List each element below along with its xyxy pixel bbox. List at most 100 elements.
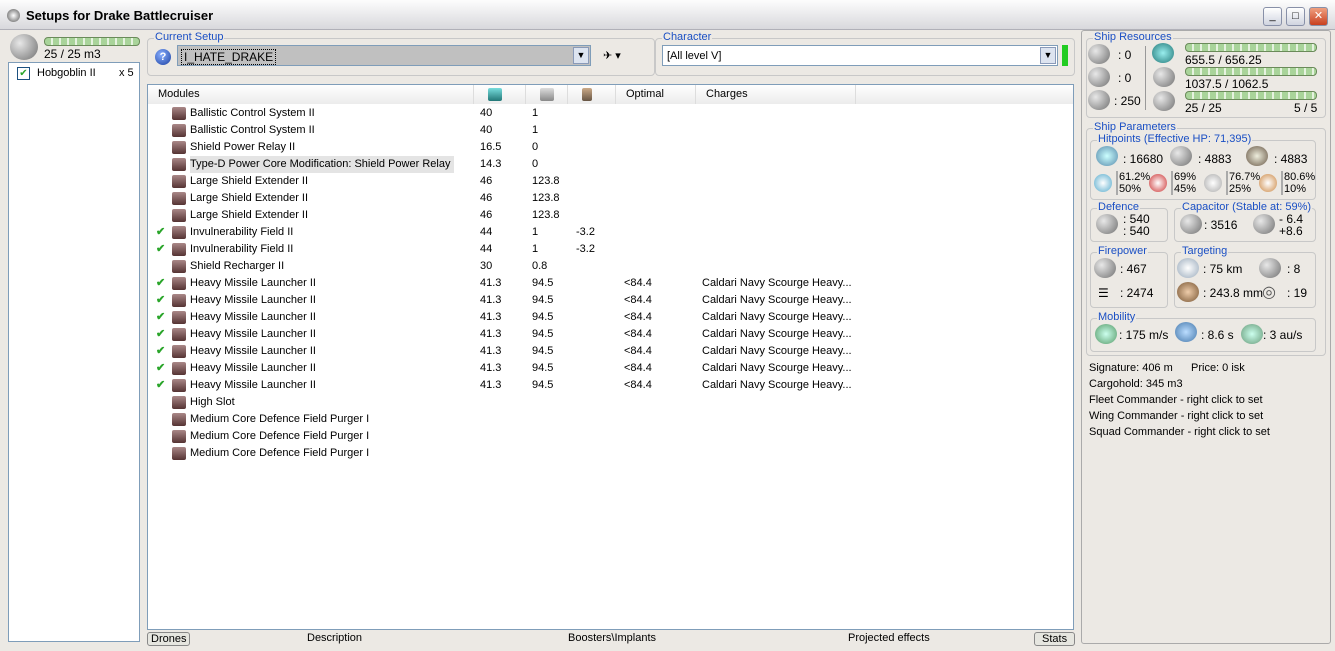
character-status-indicator: [1062, 45, 1068, 66]
module-row[interactable]: Medium Core Defence Field Purger I: [148, 428, 1073, 445]
dps-icon: ☰: [1098, 286, 1109, 300]
module-powergrid: 1: [532, 124, 539, 136]
module-row[interactable]: ✔ Heavy Missile Launcher II 41.3 94.5 <8…: [148, 292, 1073, 309]
active-check-icon[interactable]: ✔: [156, 292, 165, 309]
module-row[interactable]: Medium Core Defence Field Purger I: [148, 411, 1073, 428]
drone-bandwidth-value: 25 / 25: [1185, 101, 1222, 115]
close-button[interactable]: ✕: [1309, 7, 1328, 26]
module-icon: [172, 447, 186, 460]
ship-menu-button[interactable]: ✈ ▾: [603, 49, 621, 62]
module-row[interactable]: Medium Core Defence Field Purger I: [148, 445, 1073, 462]
align-time-icon: [1175, 322, 1197, 342]
wing-commander[interactable]: Wing Commander - right click to set: [1089, 410, 1263, 422]
module-row[interactable]: ✔ Invulnerability Field II 44 1 -3.2: [148, 241, 1073, 258]
module-powergrid: 94.5: [532, 294, 554, 306]
module-name: Shield Recharger II: [190, 260, 285, 272]
chevron-down-icon[interactable]: ▼: [573, 47, 589, 64]
drones-active-value: 5 / 5: [1294, 101, 1318, 115]
hitpoints-label: Hitpoints (Effective HP: 71,395): [1097, 133, 1253, 145]
module-charges: Caldari Navy Scourge Heavy...: [702, 362, 852, 374]
active-check-icon[interactable]: ✔: [156, 377, 165, 394]
module-row[interactable]: Shield Power Relay II 16.5 0: [148, 139, 1073, 156]
thermal-resist: 69% 45%: [1171, 171, 1196, 195]
squad-commander[interactable]: Squad Commander - right click to set: [1089, 426, 1270, 438]
tab-description[interactable]: Description: [307, 632, 362, 644]
warp-speed-icon: [1241, 324, 1263, 344]
tab-drones[interactable]: Drones: [147, 632, 191, 646]
module-cpu: 41.3: [480, 328, 502, 340]
header-capacitor[interactable]: [568, 85, 616, 104]
header-modules[interactable]: Modules: [148, 85, 474, 104]
module-row[interactable]: ✔ Heavy Missile Launcher II 41.3 94.5 <8…: [148, 377, 1073, 394]
module-row[interactable]: Large Shield Extender II 46 123.8: [148, 207, 1073, 224]
module-icon: [172, 362, 186, 375]
setup-dropdown[interactable]: I_HATE_DRAKE ▼: [177, 45, 591, 66]
module-cpu: 46: [480, 175, 493, 187]
module-row[interactable]: ✔ Invulnerability Field II 44 1 -3.2: [148, 224, 1073, 241]
active-check-icon[interactable]: ✔: [156, 224, 165, 241]
active-check-icon[interactable]: ✔: [156, 275, 165, 292]
module-icon: [172, 158, 186, 171]
active-check-icon[interactable]: ✔: [156, 241, 165, 258]
module-powergrid: 0: [532, 158, 539, 170]
chevron-down-icon[interactable]: ▼: [1040, 47, 1056, 64]
launcher-hardpoints-icon: [1088, 67, 1110, 87]
module-row[interactable]: Ballistic Control System II 40 1: [148, 105, 1073, 122]
active-check-icon[interactable]: ✔: [156, 343, 165, 360]
tab-stats[interactable]: Stats: [1034, 632, 1076, 646]
drone-list[interactable]: ✔ Hobgoblin II x 5: [8, 62, 140, 642]
header-charges[interactable]: Charges: [696, 85, 856, 104]
module-row[interactable]: High Slot: [148, 394, 1073, 411]
modules-list[interactable]: Modules Optimal Charges Ballistic Contro…: [147, 84, 1074, 630]
character-dropdown[interactable]: [All level V] ▼: [662, 45, 1058, 66]
active-check-icon[interactable]: ✔: [156, 326, 165, 343]
header-optimal[interactable]: Optimal: [616, 85, 696, 104]
module-row[interactable]: Shield Recharger II 30 0.8: [148, 258, 1073, 275]
module-optimal: <84.4: [624, 328, 652, 340]
module-name: Type-D Power Core Modification: Shield P…: [190, 156, 455, 173]
divider: [1145, 46, 1146, 110]
module-name: Medium Core Defence Field Purger I: [190, 430, 370, 442]
maximize-button[interactable]: □: [1286, 7, 1305, 26]
fleet-commander[interactable]: Fleet Commander - right click to set: [1089, 394, 1263, 406]
module-icon: [172, 141, 186, 154]
tab-projected-effects[interactable]: Projected effects: [848, 632, 930, 644]
capacitor-recharge-icon: [1253, 214, 1275, 234]
module-name: Heavy Missile Launcher II: [190, 379, 316, 391]
shield-icon: [1096, 146, 1118, 166]
module-charges: Caldari Navy Scourge Heavy...: [702, 311, 852, 323]
resist-armor: 25%: [1229, 183, 1252, 195]
help-icon[interactable]: ?: [155, 49, 171, 65]
header-powergrid[interactable]: [526, 85, 568, 104]
module-icon: [172, 260, 186, 273]
module-row[interactable]: ✔ Heavy Missile Launcher II 41.3 94.5 <8…: [148, 275, 1073, 292]
active-check-icon[interactable]: ✔: [156, 360, 165, 377]
module-name: Large Shield Extender II: [190, 175, 309, 187]
module-powergrid: 123.8: [532, 192, 560, 204]
module-row[interactable]: Ballistic Control System II 40 1: [148, 122, 1073, 139]
sensor-strength-icon: ◎: [1262, 284, 1276, 301]
module-icon: [172, 396, 186, 409]
module-row[interactable]: Type-D Power Core Modification: Shield P…: [148, 156, 1073, 173]
tab-boosters-implants[interactable]: Boosters\Implants: [568, 632, 656, 644]
header-cpu[interactable]: [474, 85, 526, 104]
resist-armor: 50%: [1119, 183, 1142, 195]
module-row[interactable]: ✔ Heavy Missile Launcher II 41.3 94.5 <8…: [148, 309, 1073, 326]
launcher-hardpoints: : 0: [1118, 71, 1132, 85]
module-optimal: <84.4: [624, 311, 652, 323]
module-icon: [172, 175, 186, 188]
minimize-button[interactable]: _: [1263, 7, 1282, 26]
active-check-icon[interactable]: ✔: [156, 309, 165, 326]
module-row[interactable]: Large Shield Extender II 46 123.8: [148, 173, 1073, 190]
module-row[interactable]: Large Shield Extender II 46 123.8: [148, 190, 1073, 207]
setup-value: I_HATE_DRAKE: [181, 49, 277, 65]
firepower-label: Firepower: [1097, 245, 1148, 257]
drone-checkbox[interactable]: ✔: [17, 67, 30, 80]
module-cpu: 46: [480, 192, 493, 204]
module-powergrid: 94.5: [532, 328, 554, 340]
module-row[interactable]: ✔ Heavy Missile Launcher II 41.3 94.5 <8…: [148, 360, 1073, 377]
module-row[interactable]: ✔ Heavy Missile Launcher II 41.3 94.5 <8…: [148, 343, 1073, 360]
module-powergrid: 94.5: [532, 362, 554, 374]
module-row[interactable]: ✔ Heavy Missile Launcher II 41.3 94.5 <8…: [148, 326, 1073, 343]
module-powergrid: 94.5: [532, 345, 554, 357]
